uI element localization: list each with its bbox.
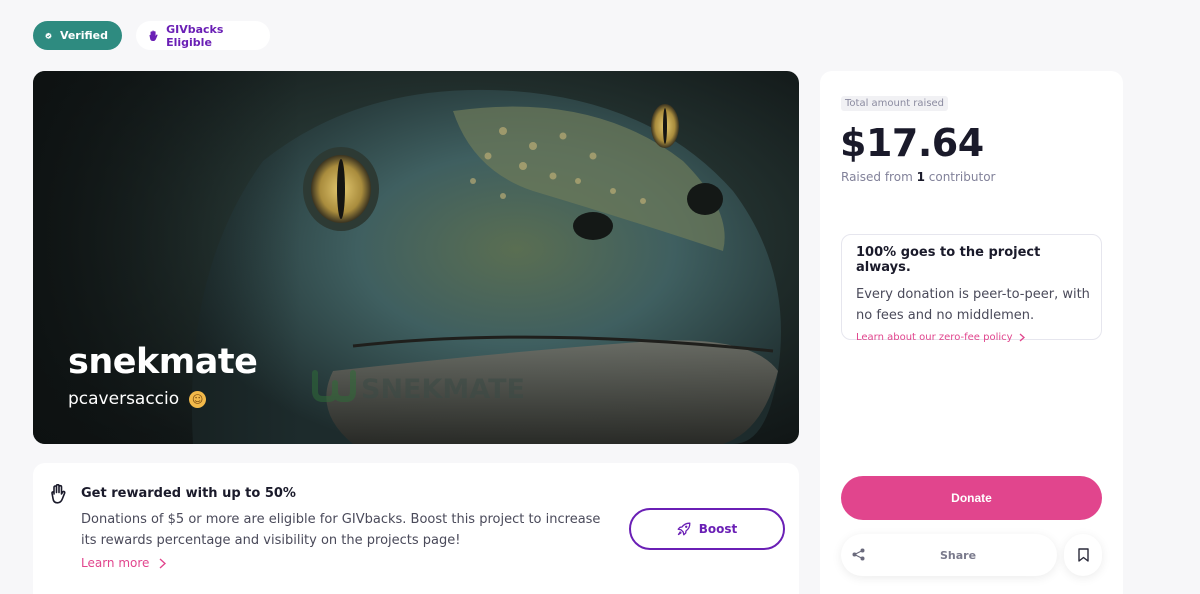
raised-hand-icon: [149, 30, 158, 41]
project-title: snekmate: [68, 342, 258, 382]
bookmark-button[interactable]: [1064, 534, 1102, 576]
verified-badge-label: Verified: [59, 29, 108, 42]
contributors-text: Raised from 1 contributor: [841, 170, 996, 184]
chevron-right-icon: [159, 557, 167, 569]
rocket-icon: [677, 522, 691, 536]
author-name[interactable]: pcaversaccio: [68, 389, 179, 409]
boost-label: Boost: [698, 522, 738, 536]
share-button[interactable]: Share: [841, 534, 1057, 576]
zero-fee-title: 100% goes to the project always.: [856, 245, 1041, 275]
chevron-right-icon: [1019, 333, 1025, 342]
check-badge-icon: [45, 32, 52, 39]
raised-hand-icon: [51, 484, 66, 504]
verified-badge: Verified: [33, 21, 122, 50]
learn-more-link[interactable]: Learn more: [81, 556, 167, 570]
bookmark-icon: [1077, 548, 1089, 562]
badge-row: Verified GIVbacks Eligible: [33, 21, 270, 50]
givbacks-reward-card: Get rewarded with up to 50% Donations of…: [33, 463, 799, 594]
project-hero-image[interactable]: SNEKMATE snekmate pcaversaccio ☺: [33, 71, 799, 444]
givbacks-badge: GIVbacks Eligible: [136, 21, 270, 50]
total-raised-label: Total amount raised: [841, 96, 949, 111]
zero-fee-card: 100% goes to the project always. Every d…: [841, 234, 1102, 343]
total-raised-amount: $17.64: [840, 121, 984, 165]
share-label: Share: [939, 548, 977, 562]
author-avatar: ☺: [189, 390, 207, 408]
share-icon: [852, 548, 865, 561]
watermark-text: SNEKMATE: [361, 374, 525, 405]
zero-fee-body: Every donation is peer-to-peer, with no …: [856, 287, 1090, 323]
contributor-count: 1: [916, 170, 925, 184]
boost-button[interactable]: Boost: [629, 508, 785, 550]
project-author[interactable]: pcaversaccio ☺: [68, 389, 207, 409]
donate-button[interactable]: Donate: [841, 476, 1102, 520]
zero-fee-policy-link[interactable]: Learn about our zero-fee policy: [856, 332, 1087, 343]
reward-title: Get rewarded with up to 50%: [81, 486, 296, 501]
givbacks-badge-label: GIVbacks Eligible: [166, 22, 224, 49]
reward-description: Donations of $5 or more are eligible for…: [81, 512, 601, 548]
donation-panel: Total amount raised $17.64 Raised from 1…: [820, 71, 1123, 594]
